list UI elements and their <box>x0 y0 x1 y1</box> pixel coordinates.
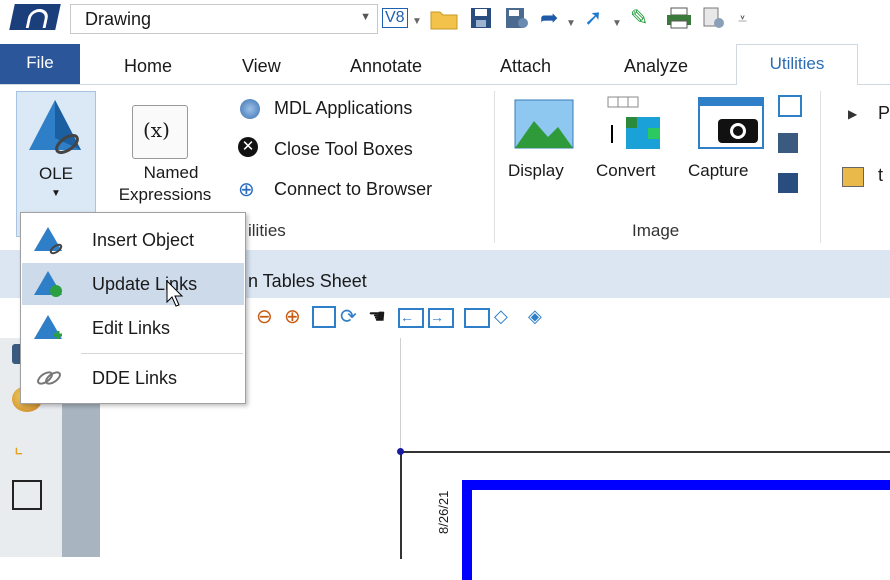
tab-view[interactable]: View <box>242 50 281 82</box>
pan-hand-icon[interactable]: ☚ <box>368 304 386 329</box>
workspace-combo[interactable]: Drawing ▼ <box>70 4 378 34</box>
mouse-cursor-icon <box>166 280 184 307</box>
v8-icon[interactable]: V8 <box>382 8 408 28</box>
capture-button[interactable]: Capture <box>688 161 748 181</box>
play-icon[interactable]: ▶ <box>848 107 857 121</box>
sheet-date: 8/26/21 <box>436 490 451 534</box>
tab-attach[interactable]: Attach <box>500 50 551 82</box>
ole-insert-icon <box>34 227 63 255</box>
expand-tool-icon[interactable] <box>12 480 42 510</box>
app-logo-icon[interactable] <box>9 4 61 30</box>
customize-icon[interactable]: ⩡ <box>738 8 747 32</box>
open-folder-icon[interactable] <box>430 8 458 30</box>
ole-label: OLE <box>38 164 74 183</box>
next-view-icon[interactable]: → <box>428 308 454 328</box>
origin-point <box>397 448 404 455</box>
zoom-in-icon[interactable]: ⊕ <box>284 304 301 329</box>
guide-line <box>400 338 401 452</box>
capture-image-icon <box>698 97 764 149</box>
save-icon[interactable] <box>470 7 492 29</box>
ribbon-right-partial-2[interactable]: t <box>878 165 883 186</box>
tab-utilities[interactable]: Utilities <box>736 44 858 86</box>
ole-edit-icon <box>34 315 62 339</box>
menu-item-edit-links[interactable]: Edit Links <box>22 307 244 349</box>
globe-icon: ⊕ <box>238 179 255 201</box>
chevron-down-icon[interactable]: ▼ <box>17 188 95 199</box>
ribbon-right-partial-1[interactable]: P <box>878 103 890 124</box>
tab-analyze[interactable]: Analyze <box>624 50 688 82</box>
redo-icon[interactable]: ➚ <box>584 6 602 30</box>
view-attributes-icon[interactable] <box>464 308 490 328</box>
dde-link-icon <box>37 371 61 385</box>
print-icon[interactable] <box>666 7 692 29</box>
quick-access-toolbar: Drawing ▼ V8 ▼ ➦ ▼ ➚ ▼ ✎ ⩡ <box>0 0 890 40</box>
chevron-down-icon[interactable]: ▼ <box>412 10 422 34</box>
image-save-icon[interactable] <box>778 173 798 193</box>
group-divider <box>820 91 821 243</box>
calendar-icon[interactable] <box>842 167 864 187</box>
placement-tool-icon[interactable]: ⌞ <box>14 434 23 459</box>
menu-item-update-links[interactable]: Update Links <box>22 263 244 305</box>
save-settings-icon[interactable] <box>505 7 529 29</box>
menu-item-label: Edit Links <box>92 318 171 338</box>
image-tool-2-icon[interactable] <box>778 133 798 153</box>
ole-icon <box>29 100 81 154</box>
chevron-down-icon[interactable]: ▼ <box>360 11 371 23</box>
chevron-down-icon[interactable]: ▼ <box>566 12 576 36</box>
chevron-down-icon[interactable]: ▼ <box>612 12 622 36</box>
menu-item-label: Insert Object <box>92 230 195 250</box>
image-group-label: Image <box>632 221 680 240</box>
clip-volume-icon[interactable]: ◈ <box>528 306 542 327</box>
named-expressions-label-1[interactable]: Named <box>104 163 238 183</box>
display-image-icon <box>514 99 574 149</box>
undo-icon[interactable]: ➦ <box>540 6 558 30</box>
drawing-frame <box>462 480 890 580</box>
view-display-icon[interactable]: ◇ <box>494 306 508 327</box>
fit-view-icon[interactable] <box>312 306 336 328</box>
menu-item-insert-object[interactable]: Insert Object <box>22 219 244 261</box>
convert-button[interactable]: Convert <box>596 161 656 181</box>
ribbon-tabs: File Home View Annotate Attach Analyze U… <box>0 44 890 86</box>
mdl-gear-icon <box>240 99 260 119</box>
ole-update-icon <box>34 271 62 297</box>
tab-annotate[interactable]: Annotate <box>350 50 422 82</box>
ole-dropdown-menu: Insert Object Update Links Edit Links DD… <box>20 212 246 404</box>
pin-icon[interactable]: ✎ <box>630 6 648 30</box>
menu-item-dde-links[interactable]: DDE Links <box>22 357 244 399</box>
menu-separator <box>81 353 243 354</box>
close-tool-boxes-button[interactable]: Close Tool Boxes <box>274 139 413 160</box>
connect-to-browser-button[interactable]: Connect to Browser <box>274 179 432 200</box>
previous-view-icon[interactable]: ← <box>398 308 424 328</box>
utilities-group-label: ilities <box>248 221 286 240</box>
named-expressions-label-2[interactable]: Expressions <box>98 185 232 205</box>
menu-item-label: DDE Links <box>92 368 178 388</box>
properties-icon[interactable] <box>702 6 726 30</box>
tab-home[interactable]: Home <box>124 50 172 82</box>
convert-image-icon <box>607 96 660 149</box>
mdl-applications-button[interactable]: MDL Applications <box>274 98 412 119</box>
named-expressions-icon: (x) <box>132 105 188 159</box>
tab-file[interactable]: File <box>0 44 80 84</box>
group-divider <box>494 91 495 243</box>
sheet-title: n Tables Sheet <box>248 271 367 291</box>
workspace-combo-value: Drawing <box>85 9 152 29</box>
rotate-view-icon[interactable]: ⟳ <box>340 304 357 329</box>
image-tool-1-icon[interactable] <box>778 95 802 117</box>
zoom-out-icon[interactable]: ⊖ <box>256 304 273 329</box>
close-icon: ✕ <box>238 137 258 157</box>
display-button[interactable]: Display <box>508 161 564 181</box>
